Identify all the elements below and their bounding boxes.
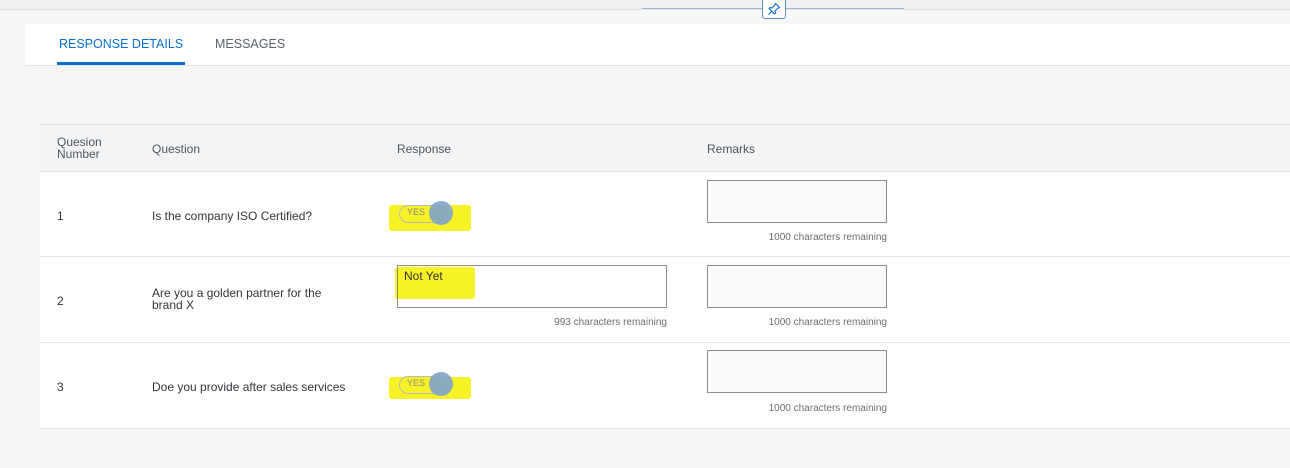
remarks-input[interactable] xyxy=(707,180,887,223)
question-number: 2 xyxy=(57,294,64,308)
remarks-input[interactable] xyxy=(707,265,887,308)
header-remarks: Remarks xyxy=(707,142,756,156)
pin-divider-right xyxy=(784,8,904,9)
response-char-counter: 993 characters remaining xyxy=(554,317,667,328)
switch-label: YES xyxy=(407,207,426,217)
question-number: 1 xyxy=(57,209,64,223)
switch-knob xyxy=(429,372,453,396)
question-number: 3 xyxy=(57,380,64,394)
header-question-number: Quesion Number xyxy=(57,136,102,160)
tab-bar: RESPONSE DETAILS MESSAGES xyxy=(25,24,1290,66)
header-question: Question xyxy=(152,142,201,156)
tab-response-details[interactable]: RESPONSE DETAILS xyxy=(57,24,186,65)
question-text: Doe you provide after sales services xyxy=(152,380,346,394)
header-response: Response xyxy=(397,142,452,156)
pin-header-button[interactable] xyxy=(762,0,786,19)
response-switch[interactable]: YES xyxy=(399,372,453,396)
table-row: 2 Are you a golden partner for the brand… xyxy=(40,257,1290,343)
remarks-char-counter: 1000 characters remaining xyxy=(768,232,887,243)
pin-divider-left xyxy=(642,8,762,9)
table-header: Quesion Number Question Response Remarks xyxy=(40,125,1290,172)
remarks-input[interactable] xyxy=(707,350,887,393)
response-text-input[interactable]: Not Yet xyxy=(397,265,667,308)
remarks-char-counter: 1000 characters remaining xyxy=(768,317,887,328)
question-text: Are you a golden partner for the brand X xyxy=(152,286,322,312)
table-row: 1 Is the company ISO Certified? YES 1000… xyxy=(40,171,1290,257)
question-text: Is the company ISO Certified? xyxy=(152,209,313,223)
pin-icon xyxy=(768,2,781,15)
tab-messages[interactable]: MESSAGES xyxy=(213,24,287,65)
switch-knob xyxy=(429,201,453,225)
remarks-char-counter: 1000 characters remaining xyxy=(768,403,887,414)
response-switch[interactable]: YES xyxy=(399,201,453,225)
header-question-number-line2: Number xyxy=(57,147,100,161)
questions-table: Quesion Number Question Response Remarks… xyxy=(40,124,1290,429)
table-row: 3 Doe you provide after sales services Y… xyxy=(40,343,1290,428)
switch-label: YES xyxy=(407,378,426,388)
